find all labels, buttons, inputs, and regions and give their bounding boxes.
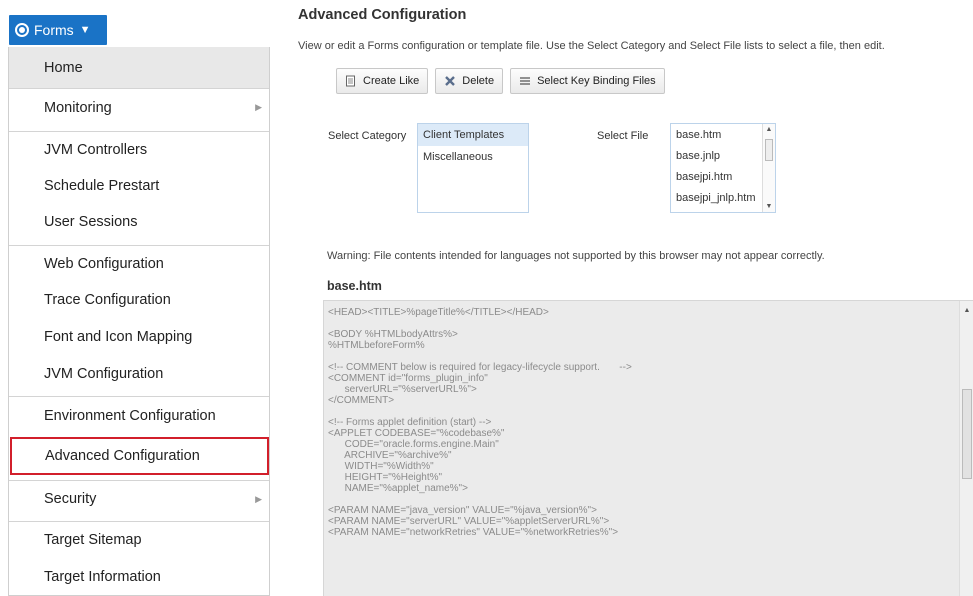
delete-label: Delete [462, 75, 495, 87]
select-key-binding-files-button[interactable]: Select Key Binding Files [510, 68, 665, 94]
menu-item-label: Home [44, 59, 83, 76]
create-like-button[interactable]: Create Like [336, 68, 429, 94]
menu-item-target-sitemap[interactable]: Target Sitemap [9, 521, 269, 558]
editor-scrollbar[interactable]: ▲ [959, 301, 973, 596]
menu-item-label: Schedule Prestart [44, 178, 160, 194]
menu-item-home[interactable]: Home [9, 47, 269, 88]
delete-button[interactable]: Delete [435, 68, 504, 94]
scroll-thumb[interactable] [765, 139, 773, 161]
menu-item-label: User Sessions [44, 214, 138, 230]
menu-item-label: Monitoring [44, 99, 112, 116]
menu-item-label: Target Sitemap [44, 532, 142, 548]
document-copy-icon [345, 75, 357, 87]
menu-item-label: JVM Configuration [44, 365, 164, 382]
main-content: Advanced Configuration View or edit a Fo… [289, 0, 973, 596]
select-key-binding-label: Select Key Binding Files [537, 75, 656, 87]
submenu-arrow-icon: ▶ [255, 102, 262, 112]
menu-item-label: Security [44, 491, 97, 507]
menu-item-advanced-configuration[interactable]: Advanced Configuration [10, 437, 269, 475]
file-name-heading: base.htm [327, 279, 382, 293]
select-category-label: Select Category [328, 130, 407, 142]
menu-item-label: Advanced Configuration [45, 448, 200, 464]
create-like-label: Create Like [363, 75, 420, 87]
page-description: View or edit a Forms configuration or te… [298, 40, 885, 52]
file-option[interactable]: base.htm [671, 124, 775, 145]
menu-item-environment-configuration[interactable]: Environment Configuration [9, 396, 269, 434]
file-option[interactable]: basejpi.htm [671, 166, 775, 187]
file-content-editor[interactable]: <HEAD><TITLE>%pageTitle%</TITLE></HEAD> … [323, 300, 973, 596]
menu-item-jvm-configuration[interactable]: JVM Configuration [9, 355, 269, 392]
menu-item-user-sessions[interactable]: User Sessions [9, 204, 269, 240]
menu-item-label: Environment Configuration [44, 407, 216, 424]
menu-item-font-icon-mapping[interactable]: Font and Icon Mapping [9, 318, 269, 355]
menu-item-label: Web Configuration [44, 256, 164, 272]
encoding-warning: Warning: File contents intended for lang… [327, 250, 825, 262]
select-file-label: Select File [597, 130, 649, 142]
file-option[interactable]: basejpi_jnlp.htm [671, 187, 775, 208]
category-listbox[interactable]: Client Templates Miscellaneous [417, 123, 529, 213]
menu-item-monitoring[interactable]: Monitoring ▶ [9, 88, 269, 126]
forms-menu-label: Forms [34, 22, 74, 38]
scroll-thumb[interactable] [962, 389, 972, 479]
menu-item-security[interactable]: Security ▶ [9, 480, 269, 517]
file-option[interactable]: base.jnlp [671, 145, 775, 166]
scroll-up-icon[interactable]: ▲ [763, 126, 775, 133]
target-icon [15, 23, 29, 37]
submenu-arrow-icon: ▶ [255, 493, 262, 504]
category-option[interactable]: Miscellaneous [418, 146, 528, 168]
forms-menu: Home Monitoring ▶ JVM Controllers Schedu… [8, 47, 270, 596]
menu-item-label: Font and Icon Mapping [44, 328, 193, 345]
forms-menu-button[interactable]: Forms ▼ [9, 15, 107, 45]
menu-item-label: JVM Controllers [44, 142, 148, 158]
menu-item-trace-configuration[interactable]: Trace Configuration [9, 282, 269, 318]
file-listbox[interactable]: base.htm base.jnlp basejpi.htm basejpi_j… [670, 123, 776, 213]
category-option[interactable]: Client Templates [418, 124, 528, 146]
list-icon [519, 75, 531, 87]
scroll-up-icon[interactable]: ▲ [960, 307, 973, 314]
menu-item-schedule-prestart[interactable]: Schedule Prestart [9, 168, 269, 204]
menu-item-label: Trace Configuration [44, 292, 171, 308]
delete-x-icon [444, 75, 456, 87]
menu-item-jvm-controllers[interactable]: JVM Controllers [9, 131, 269, 168]
caret-down-icon: ▼ [79, 24, 91, 36]
toolbar: Create Like Delete Select Key Binding Fi… [336, 68, 665, 94]
menu-item-label: Target Information [44, 568, 161, 585]
file-content-text[interactable]: <HEAD><TITLE>%pageTitle%</TITLE></HEAD> … [324, 301, 973, 538]
page-title: Advanced Configuration [298, 7, 467, 23]
menu-item-target-information[interactable]: Target Information [9, 558, 269, 595]
file-list-scrollbar[interactable]: ▲ ▼ [762, 124, 775, 212]
scroll-down-icon[interactable]: ▼ [763, 203, 775, 210]
menu-item-web-configuration[interactable]: Web Configuration [9, 245, 269, 282]
